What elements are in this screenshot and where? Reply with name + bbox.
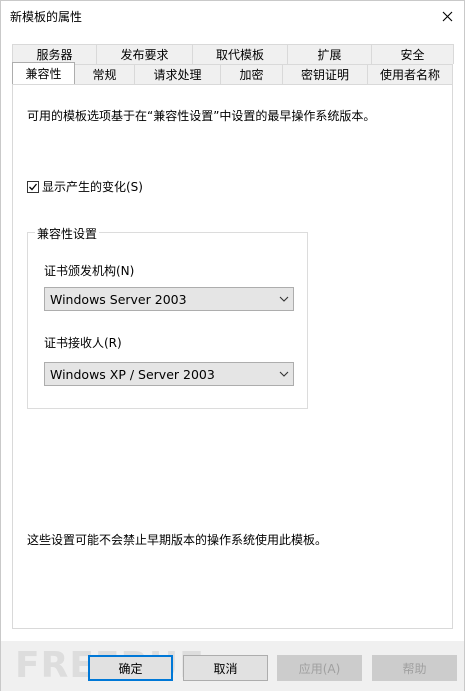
close-button[interactable] xyxy=(430,1,464,31)
close-icon xyxy=(442,11,452,21)
tab-superseded-templates[interactable]: 取代模板 xyxy=(192,44,288,64)
apply-button[interactable]: 应用(A) xyxy=(277,655,362,681)
tab-security[interactable]: 安全 xyxy=(371,44,454,64)
chevron-down-icon xyxy=(279,371,289,377)
group-title: 兼容性设置 xyxy=(35,225,100,242)
button-bar: FREEBUF 确定 取消 应用(A) 帮助 xyxy=(1,641,464,691)
help-button[interactable]: 帮助 xyxy=(372,655,457,681)
recipient-select-value: Windows XP / Server 2003 xyxy=(50,367,215,382)
ca-select[interactable]: Windows Server 2003 xyxy=(44,287,294,311)
tab-request-handling[interactable]: 请求处理 xyxy=(134,64,221,84)
ca-label: 证书颁发机构(N) xyxy=(44,264,135,278)
tab-row-back: 服务器 发布要求 取代模板 扩展 安全 xyxy=(12,44,454,64)
tab-server[interactable]: 服务器 xyxy=(12,44,97,64)
checkmark-icon xyxy=(29,183,38,190)
ca-select-value: Windows Server 2003 xyxy=(50,292,187,307)
show-changes-checkbox[interactable] xyxy=(27,180,39,193)
tab-issuance-requirements[interactable]: 发布要求 xyxy=(96,44,193,64)
properties-dialog: 新模板的属性 服务器 发布要求 取代模板 扩展 安全 兼容性 常规 请求处理 加… xyxy=(0,0,465,691)
tab-row-front: 兼容性 常规 请求处理 加密 密钥证明 使用者名称 xyxy=(12,62,453,84)
compatibility-panel: 可用的模板选项基于在“兼容性设置”中设置的最早操作系统版本。 显示产生的变化(S… xyxy=(12,84,453,629)
compatibility-settings-group: 兼容性设置 证书颁发机构(N) Windows Server 2003 证书接收… xyxy=(27,225,308,409)
recipient-label: 证书接收人(R) xyxy=(44,336,122,350)
tab-compatibility[interactable]: 兼容性 xyxy=(12,62,75,84)
compatibility-note: 这些设置可能不会禁止早期版本的操作系统使用此模板。 xyxy=(27,533,328,547)
show-changes-checkbox-row[interactable]: 显示产生的变化(S) xyxy=(27,178,143,195)
tab-subject-name[interactable]: 使用者名称 xyxy=(367,64,453,84)
ok-button[interactable]: 确定 xyxy=(88,655,173,681)
tab-extensions[interactable]: 扩展 xyxy=(287,44,372,64)
show-changes-label: 显示产生的变化(S) xyxy=(42,180,143,194)
tab-general[interactable]: 常规 xyxy=(74,64,135,84)
tab-cryptography[interactable]: 加密 xyxy=(220,64,283,84)
window-title: 新模板的属性 xyxy=(10,10,83,24)
panel-description: 可用的模板选项基于在“兼容性设置”中设置的最早操作系统版本。 xyxy=(27,109,376,123)
title-bar: 新模板的属性 xyxy=(1,1,464,31)
tab-key-attestation[interactable]: 密钥证明 xyxy=(282,64,368,84)
chevron-down-icon xyxy=(279,296,289,302)
cancel-button[interactable]: 取消 xyxy=(183,655,268,681)
recipient-select[interactable]: Windows XP / Server 2003 xyxy=(44,362,294,386)
